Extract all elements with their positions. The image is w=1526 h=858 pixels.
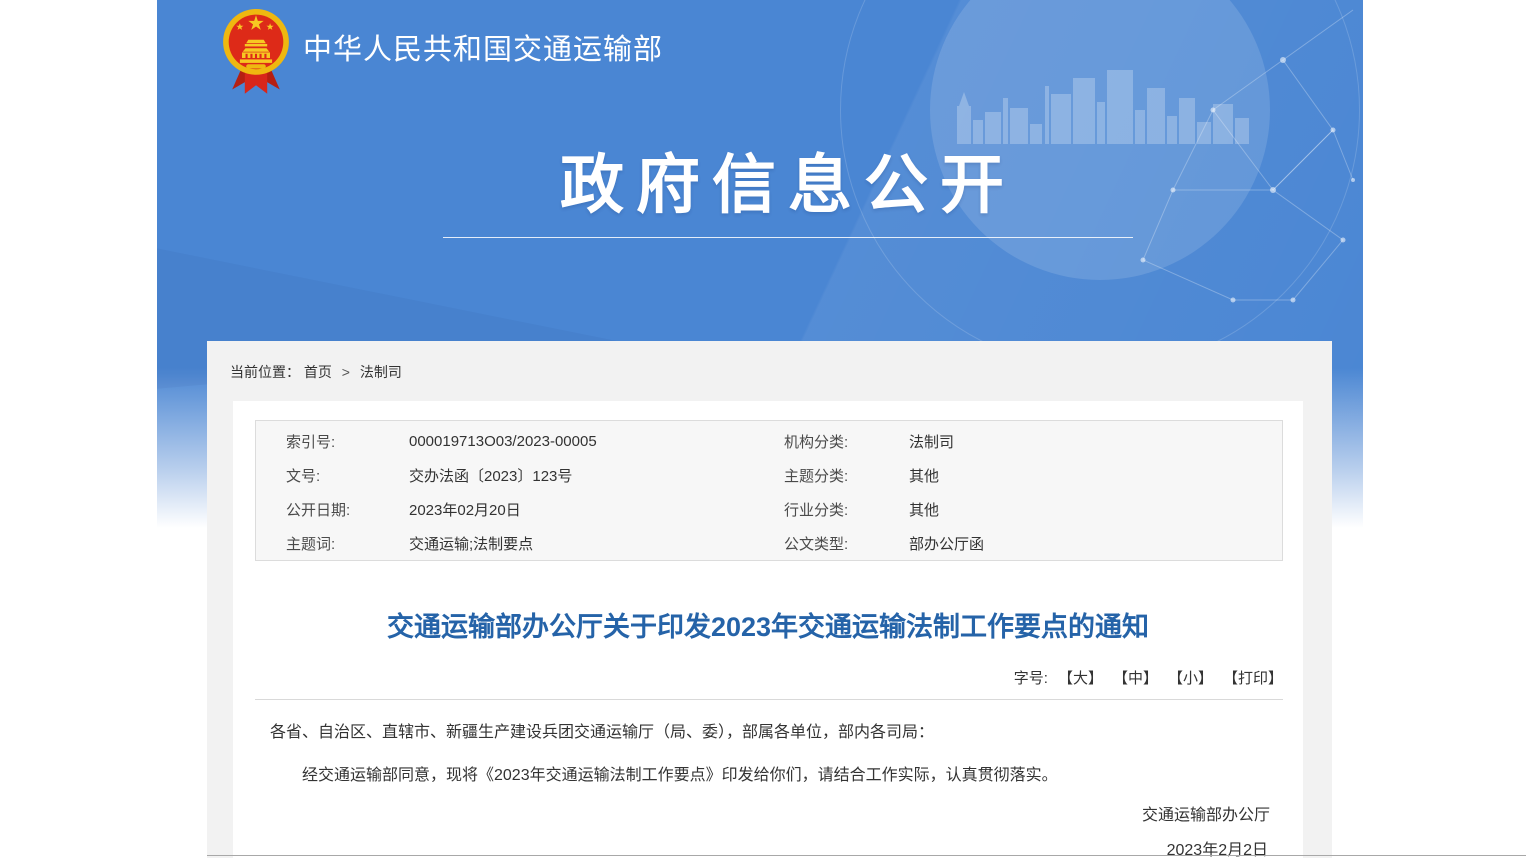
meta-value-doctype: 部办公厅函 <box>909 533 1282 554</box>
font-size-large-button[interactable]: 【大】 <box>1058 667 1103 688</box>
page: 中华人民共和国交通运输部 政府信息公开 当前位置： 首页 > 法制司 索引号: … <box>0 0 1526 858</box>
article-paragraph: 各省、自治区、直辖市、新疆生产建设兵团交通运输厅（局、委），部属各单位，部内各司… <box>270 720 1263 746</box>
meta-value-date: 2023年02月20日 <box>409 499 784 520</box>
meta-value-org: 法制司 <box>909 431 1282 452</box>
banner-title: 政府信息公开 <box>443 134 1133 226</box>
font-size-controls: 字号: 【大】 【中】 【小】 【打印】 <box>1014 667 1283 688</box>
breadcrumb-separator: > <box>342 364 350 380</box>
font-size-small-button[interactable]: 【小】 <box>1168 667 1213 688</box>
font-size-medium-button[interactable]: 【中】 <box>1113 667 1158 688</box>
meta-label-index: 索引号: <box>286 431 409 452</box>
table-row: 索引号: 000019713O03/2023-00005 机构分类: 法制司 <box>286 424 1282 458</box>
breadcrumb-current-link[interactable]: 法制司 <box>360 364 402 380</box>
meta-value-topic: 其他 <box>909 465 1282 486</box>
table-row: 主题词: 交通运输;法制要点 公文类型: 部办公厅函 <box>286 526 1282 560</box>
article-paragraph: 经交通运输部同意，现将《2023年交通运输法制工作要点》印发给你们，请结合工作实… <box>302 763 1263 789</box>
viewport-bottom-line <box>207 855 1526 856</box>
meta-value-keywords: 交通运输;法制要点 <box>409 533 784 554</box>
banner-title-underline <box>443 237 1133 238</box>
meta-label-topic: 主题分类: <box>784 465 909 486</box>
article-card: 索引号: 000019713O03/2023-00005 机构分类: 法制司 文… <box>233 401 1303 858</box>
document-meta-table: 索引号: 000019713O03/2023-00005 机构分类: 法制司 文… <box>255 420 1283 561</box>
meta-label-date: 公开日期: <box>286 499 409 520</box>
meta-label-keywords: 主题词: <box>286 533 409 554</box>
table-row: 文号: 交办法函〔2023〕123号 主题分类: 其他 <box>286 458 1282 492</box>
meta-value-index: 000019713O03/2023-00005 <box>409 433 784 450</box>
font-size-label: 字号: <box>1014 667 1048 688</box>
meta-label-doctype: 公文类型: <box>784 533 909 554</box>
table-row: 公开日期: 2023年02月20日 行业分类: 其他 <box>286 492 1282 526</box>
page-title: 交通运输部办公厅关于印发2023年交通运输法制工作要点的通知 <box>233 605 1303 644</box>
national-emblem-icon <box>221 6 291 96</box>
title-divider <box>255 699 1283 700</box>
breadcrumb-home-link[interactable]: 首页 <box>304 364 332 380</box>
breadcrumb: 当前位置： 首页 > 法制司 <box>230 362 402 382</box>
meta-value-industry: 其他 <box>909 499 1282 520</box>
meta-value-docnum: 交办法函〔2023〕123号 <box>409 465 784 486</box>
site-name[interactable]: 中华人民共和国交通运输部 <box>303 26 663 68</box>
content-panel: 当前位置： 首页 > 法制司 索引号: 000019713O03/2023-00… <box>207 341 1332 858</box>
breadcrumb-label: 当前位置： <box>230 364 300 380</box>
print-button[interactable]: 【打印】 <box>1223 667 1283 688</box>
meta-label-industry: 行业分类: <box>784 499 909 520</box>
meta-label-org: 机构分类: <box>784 431 909 452</box>
meta-label-docnum: 文号: <box>286 465 409 486</box>
article-signature: 交通运输部办公厅 <box>1142 801 1270 825</box>
